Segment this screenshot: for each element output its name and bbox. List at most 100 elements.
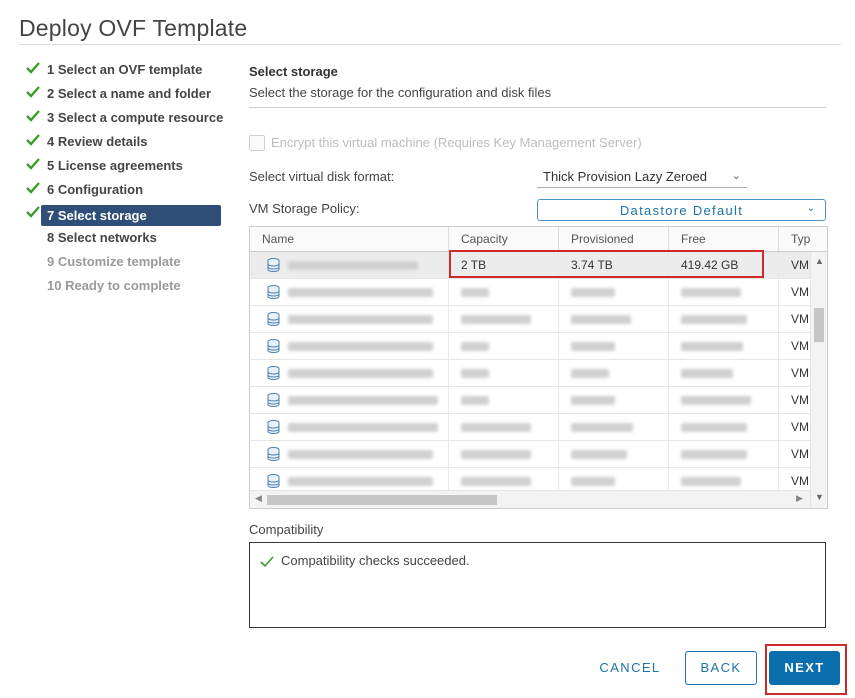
step-label: 1 Select an OVF template [47,62,203,77]
step-1[interactable]: 1 Select an OVF template [26,60,236,84]
column-free[interactable]: Free [669,227,779,251]
step-6[interactable]: 6 Configuration [26,180,236,204]
cell-type: VM [791,420,809,434]
table-row[interactable]: VM [250,441,810,468]
checkmark-icon [26,158,40,170]
cell-free [669,279,779,305]
step-8[interactable]: 8 Select networks [26,228,236,252]
table-row[interactable]: VM [250,360,810,387]
cell-type: VM [791,285,809,299]
cell-provisioned [559,441,669,467]
cell-type: VM [791,339,809,353]
step-3[interactable]: 3 Select a compute resource [26,108,236,132]
dialog-title: Deploy OVF Template [19,15,248,41]
cell-provisioned [559,414,669,440]
highlight-box [449,250,764,278]
table-row[interactable]: VM [250,387,810,414]
wizard-steps: 1 Select an OVF template 2 Select a name… [26,60,236,300]
cell-type: VM [791,312,809,326]
step-7[interactable]: 7 Select storage [26,204,236,228]
cell-free [669,441,779,467]
step-label: 6 Configuration [47,182,144,197]
section-heading: Select storage [249,64,338,79]
back-button[interactable]: BACK [685,651,757,685]
title-divider [19,44,841,45]
compatibility-label: Compatibility [249,522,324,537]
grid-body: 2 TB 3.74 TB 419.42 GB VM VM VM VM VM VM… [250,252,810,495]
scroll-left-icon[interactable]: ◀ [255,493,262,504]
step-label: 5 License agreements [47,158,183,173]
step-9: 9 Customize template [26,252,236,276]
checkmark-icon [26,134,40,146]
cancel-button[interactable]: CANCEL [592,651,668,685]
cell-free [669,306,779,332]
checkmark-icon [26,62,40,74]
cell-name [276,414,449,440]
cell-name [276,279,449,305]
column-capacity[interactable]: Capacity [449,227,559,251]
step-label: 8 Select networks [47,230,157,245]
checkmark-icon [26,206,40,218]
cell-type: VM [791,366,809,380]
step-5[interactable]: 5 License agreements [26,156,236,180]
next-button[interactable]: NEXT [769,651,840,685]
encrypt-label: Encrypt this virtual machine (Requires K… [271,135,642,150]
table-row[interactable]: VM [250,414,810,441]
table-row[interactable]: VM [250,333,810,360]
cell-free [669,360,779,386]
checkmark-icon [26,182,40,194]
cell-name [276,306,449,332]
cell-free [669,387,779,413]
cell-provisioned [559,360,669,386]
step-2[interactable]: 2 Select a name and folder [26,84,236,108]
grid-header: Name Capacity Provisioned Free Typ [250,227,827,252]
step-label: 7 Select storage [41,205,221,226]
disk-format-label: Select virtual disk format: [249,169,395,184]
horizontal-scroll-thumb[interactable] [267,495,497,505]
step-10: 10 Ready to complete [26,276,236,300]
horizontal-scrollbar[interactable]: ◀ ▶ [250,490,810,508]
step-label: 2 Select a name and folder [47,86,212,101]
step-label: 3 Select a compute resource [47,110,224,125]
column-name[interactable]: Name [250,227,449,251]
scroll-up-icon[interactable]: ▲ [815,256,824,266]
disk-format-select[interactable]: Thick Provision Lazy Zeroed ⌄ [537,165,747,188]
cell-type: VM [791,393,809,407]
cell-provisioned [559,333,669,359]
cell-capacity [449,387,559,413]
cell-type: VM [791,447,809,461]
vertical-scroll-thumb[interactable] [814,308,824,342]
cell-provisioned [559,306,669,332]
scroll-right-icon[interactable]: ▶ [796,493,803,504]
vertical-scrollbar[interactable]: ▲ ▼ [810,252,827,508]
step-label: 9 Customize template [47,254,181,269]
step-4[interactable]: 4 Review details [26,132,236,156]
section-subheading: Select the storage for the configuration… [249,85,552,100]
step-label: 4 Review details [47,134,148,149]
chevron-down-icon: ⌄ [731,170,741,182]
cell-name [276,333,449,359]
cell-name [276,252,449,278]
cell-name [276,360,449,386]
encrypt-checkbox [249,135,265,151]
cell-free [669,333,779,359]
storage-policy-select[interactable]: Datastore Default ⌄ [537,199,826,221]
cell-name [276,387,449,413]
column-provisioned[interactable]: Provisioned [559,227,669,251]
compatibility-panel: Compatibility checks succeeded. [249,542,826,628]
cell-capacity [449,441,559,467]
chevron-down-icon: ⌄ [806,203,815,214]
heading-divider [249,107,826,108]
cell-name [276,441,449,467]
disk-format-value: Thick Provision Lazy Zeroed [543,169,708,184]
column-type[interactable]: Typ [779,227,827,251]
scroll-down-icon[interactable]: ▼ [815,492,824,502]
cell-capacity [449,360,559,386]
cell-capacity [449,414,559,440]
table-row[interactable]: VM [250,306,810,333]
storage-policy-value: Datastore Default [619,203,744,218]
cell-type: VM [791,258,809,272]
step-label: 10 Ready to complete [47,278,181,293]
table-row[interactable]: VM [250,279,810,306]
cell-capacity [449,333,559,359]
